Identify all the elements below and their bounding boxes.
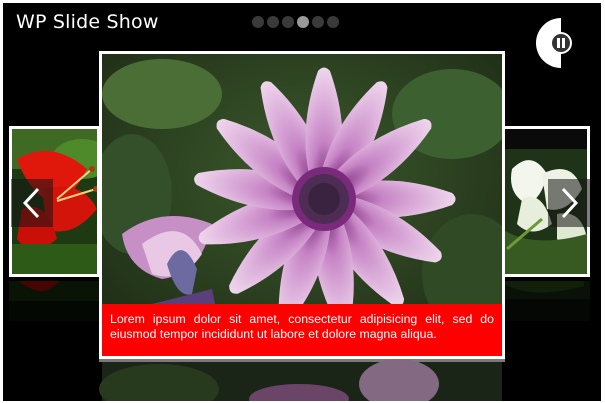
pagination-dots bbox=[252, 16, 339, 28]
slide-caption: Lorem ipsum dolor sit amet, consectetur … bbox=[102, 304, 502, 356]
current-slide-reflection bbox=[99, 359, 505, 401]
pagination-dot-2[interactable] bbox=[267, 16, 279, 28]
current-slide[interactable]: Lorem ipsum dolor sit amet, consectetur … bbox=[99, 51, 505, 359]
chevron-left-icon bbox=[22, 187, 40, 219]
pagination-dot-4[interactable] bbox=[297, 16, 309, 28]
pagination-dot-3[interactable] bbox=[282, 16, 294, 28]
pagination-dot-6[interactable] bbox=[327, 16, 339, 28]
pause-button[interactable] bbox=[535, 18, 579, 68]
chevron-right-icon bbox=[561, 187, 579, 219]
next-slide-reflection bbox=[499, 281, 590, 321]
previous-button[interactable] bbox=[11, 179, 53, 227]
app-title: WP Slide Show bbox=[16, 11, 159, 33]
pause-icon bbox=[536, 18, 572, 68]
pagination-dot-1[interactable] bbox=[252, 16, 264, 28]
previous-slide-reflection bbox=[9, 281, 100, 321]
pagination-dot-5[interactable] bbox=[312, 16, 324, 28]
next-button[interactable] bbox=[548, 179, 590, 227]
slideshow-widget: WP Slide Show Lorem ipsum dolor sit amet… bbox=[3, 3, 601, 401]
